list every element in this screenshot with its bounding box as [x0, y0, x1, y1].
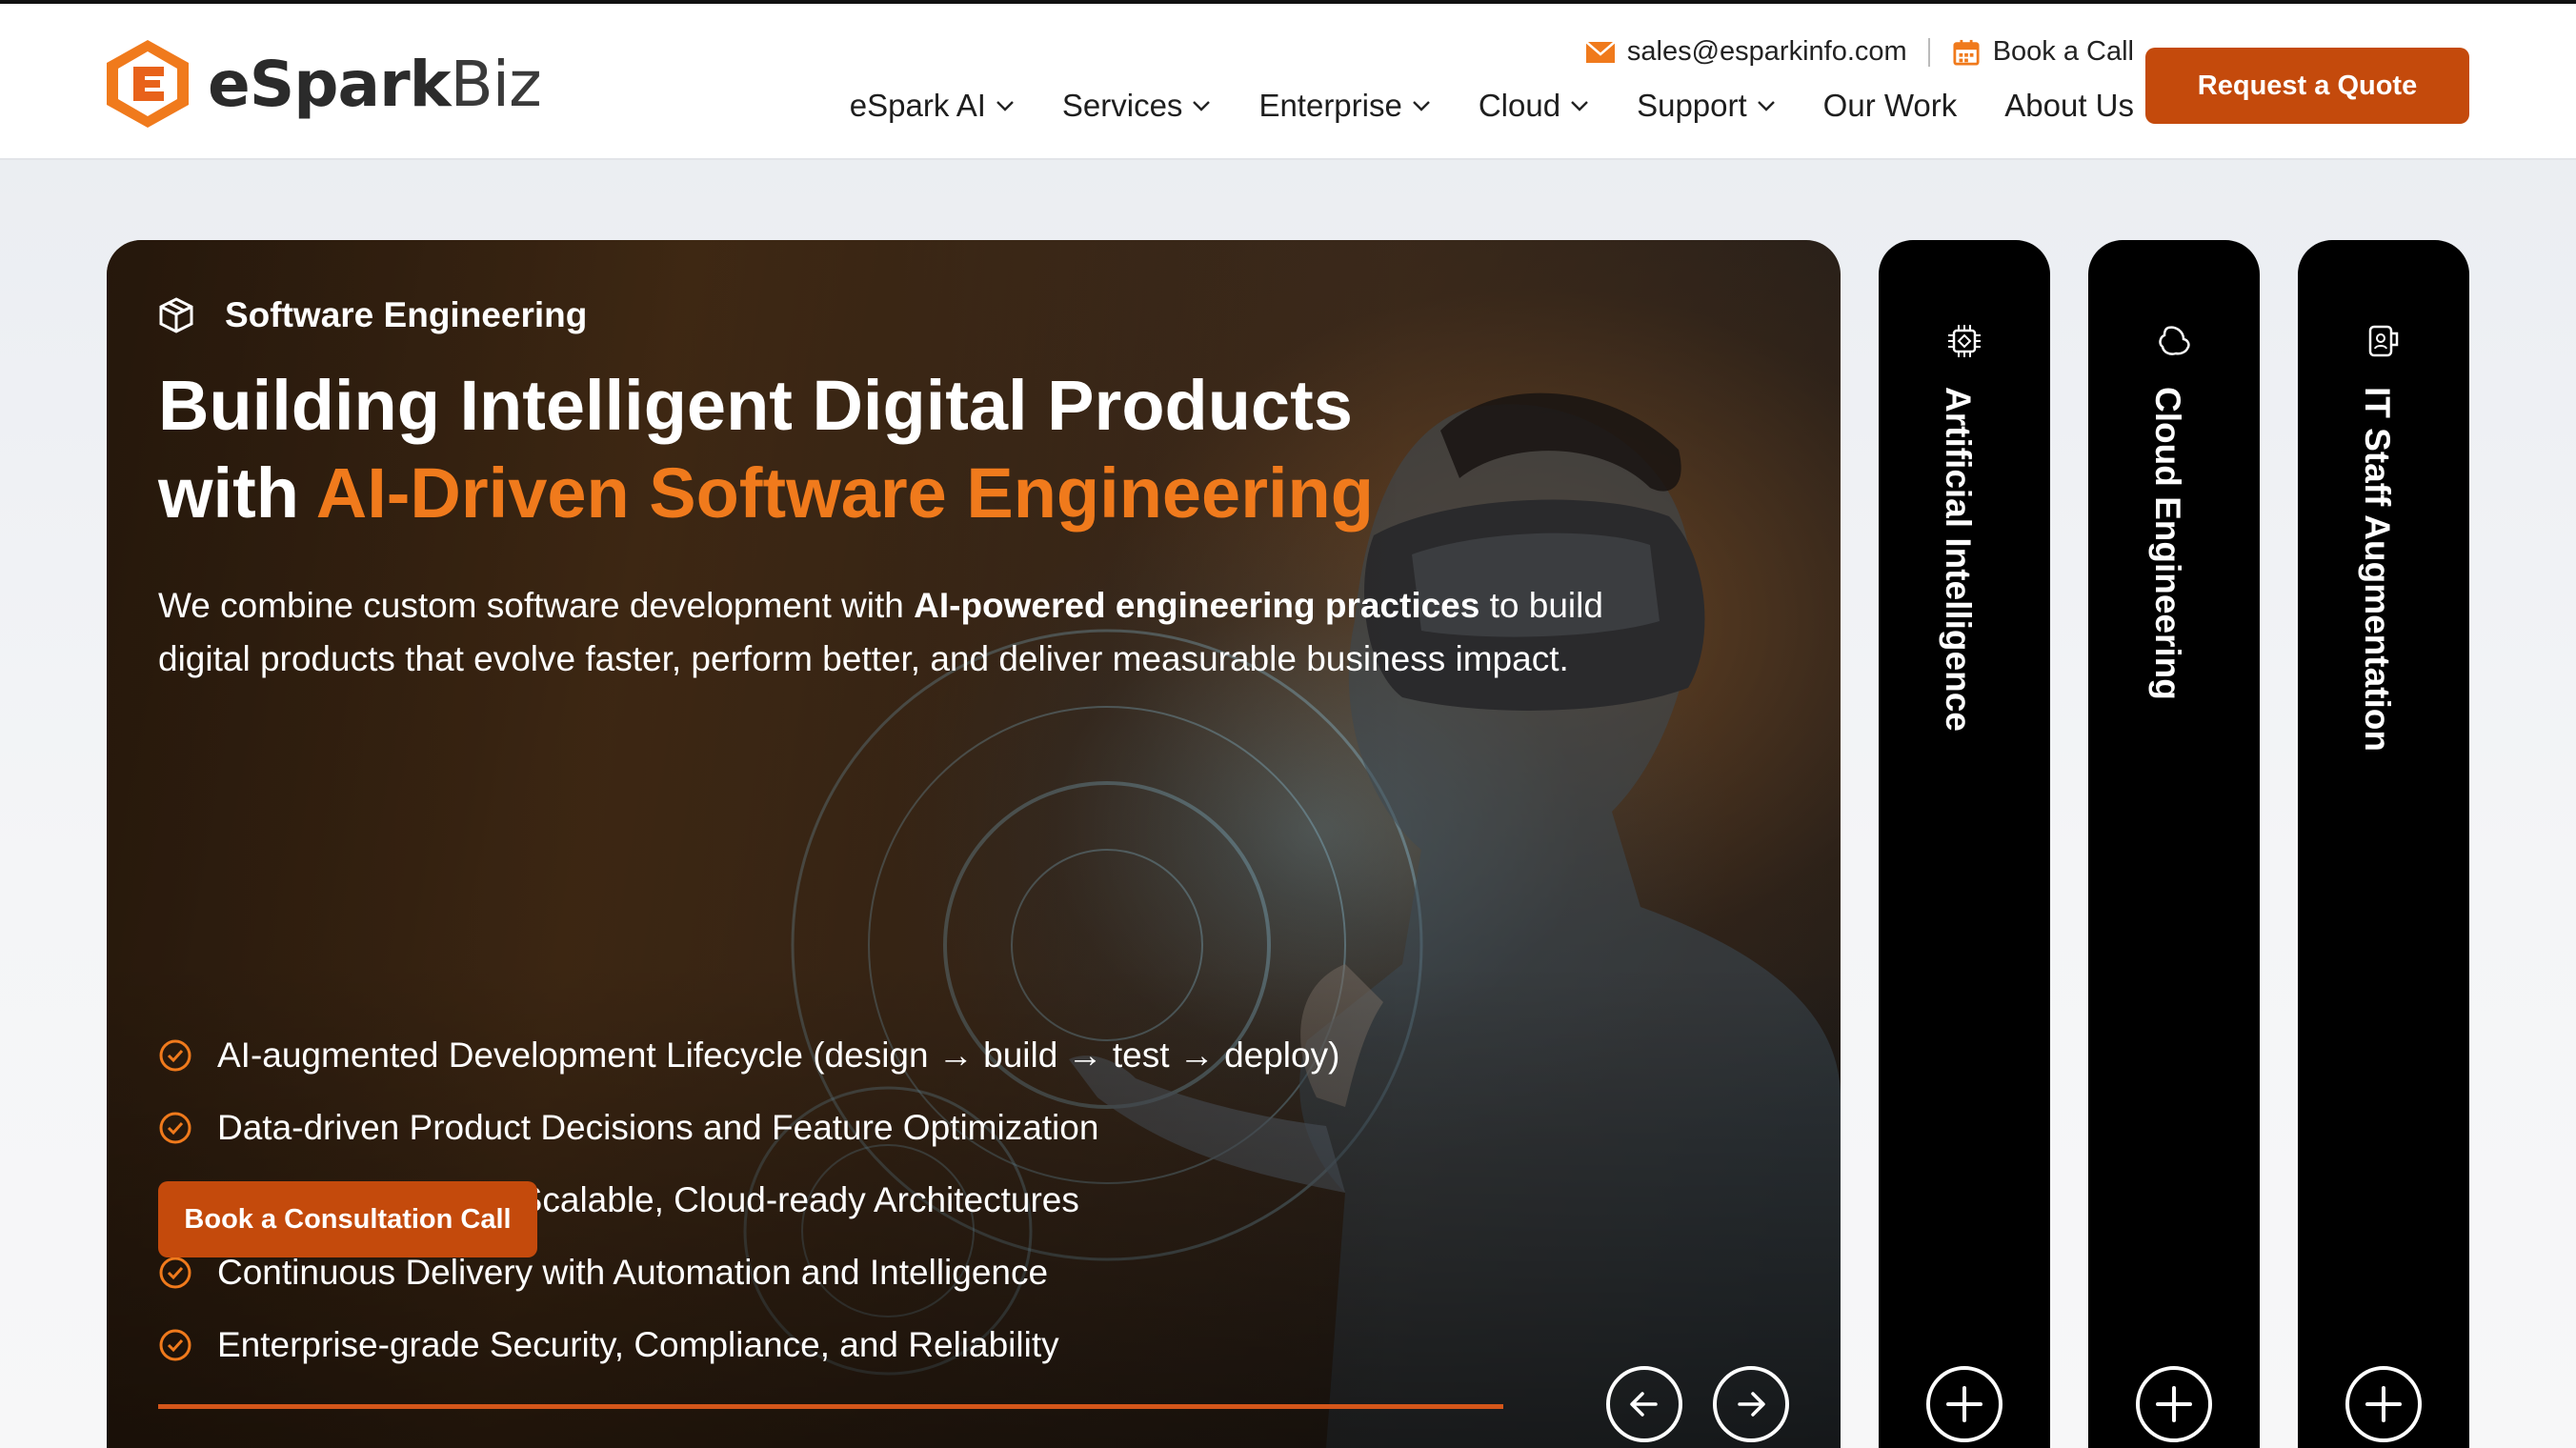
mail-icon — [1585, 40, 1616, 63]
site-header: eSparkBiz sales@esparkinfo.com Book a Ca… — [0, 4, 2576, 160]
person-device-icon — [2368, 325, 2399, 357]
nav-item-support[interactable]: Support — [1637, 88, 1776, 124]
nav-item-enterprise[interactable]: Enterprise — [1258, 88, 1430, 124]
email-text: sales@esparkinfo.com — [1626, 36, 1907, 67]
hero-slide: Software Engineering Building Intelligen… — [107, 240, 1841, 1448]
panel-cloud-engineering[interactable]: Cloud Engineering — [2088, 240, 2260, 1448]
main-nav: eSpark AI Services Enterprise Cloud Supp… — [802, 88, 2134, 124]
panel-label: Artificial Intelligence — [1939, 387, 1978, 732]
chevron-down-icon — [1412, 101, 1430, 111]
panel-artificial-intelligence[interactable]: Artificial Intelligence — [1879, 240, 2050, 1448]
feature-item: AI-augmented Development Lifecycle (desi… — [158, 1019, 1339, 1092]
nav-item-services[interactable]: Services — [1062, 88, 1212, 124]
cloud-icon — [2159, 326, 2190, 355]
logo-wordmark: eSparkBiz — [208, 47, 542, 121]
eyebrow-text: Software Engineering — [225, 295, 588, 334]
slide-progress-fill — [158, 1404, 1503, 1409]
logo-mark-icon — [107, 40, 189, 128]
panel-label: Cloud Engineering — [2148, 387, 2187, 700]
title-highlight: AI-Driven Software Engineering — [315, 453, 1374, 533]
email-link[interactable]: sales@esparkinfo.com — [1585, 36, 1907, 68]
desc-emphasis: AI-powered engineering practices — [914, 586, 1480, 625]
arrow-left-icon — [1630, 1392, 1658, 1417]
hero-title: Building Intelligent Digital Products wi… — [158, 362, 1682, 537]
next-slide-button[interactable] — [1713, 1366, 1789, 1442]
request-quote-button[interactable]: Request a Quote — [2145, 48, 2469, 124]
arrow-right-icon — [1738, 1392, 1765, 1417]
plus-icon — [1946, 1386, 1982, 1422]
book-call-text: Book a Call — [1992, 36, 2134, 67]
chevron-down-icon — [1757, 101, 1775, 111]
cube-icon — [159, 297, 193, 333]
panel-label: IT Staff Augmentation — [2358, 387, 2397, 752]
calendar-icon — [1953, 39, 1980, 66]
nav-item-our-work[interactable]: Our Work — [1823, 88, 1958, 124]
chip-icon — [1948, 325, 1981, 357]
feature-item: Enterprise-grade Security, Compliance, a… — [158, 1309, 1339, 1381]
book-call-link[interactable]: Book a Call — [1951, 36, 2134, 68]
nav-item-espark-ai[interactable]: eSpark AI — [850, 88, 1015, 124]
chevron-down-icon — [996, 101, 1014, 111]
nav-item-cloud[interactable]: Cloud — [1479, 88, 1589, 124]
check-circle-icon — [159, 1257, 191, 1289]
check-circle-icon — [159, 1039, 191, 1072]
prev-slide-button[interactable] — [1606, 1366, 1682, 1442]
divider — [1927, 37, 1930, 67]
hero-description: We combine custom software development w… — [158, 586, 1603, 678]
title-line-1: Building Intelligent Digital Products — [158, 366, 1353, 445]
nav-item-about-us[interactable]: About Us — [2004, 88, 2134, 124]
check-circle-icon — [159, 1112, 191, 1144]
book-consultation-button[interactable]: Book a Consultation Call — [158, 1181, 537, 1257]
contact-bar: sales@esparkinfo.com Book a Call — [1585, 36, 2134, 68]
chevron-down-icon — [1193, 101, 1211, 111]
feature-item: Data-driven Product Decisions and Featur… — [158, 1092, 1339, 1164]
brand-logo[interactable]: eSparkBiz — [105, 36, 542, 131]
plus-icon — [2365, 1386, 2402, 1422]
expand-panel-button[interactable] — [1926, 1366, 2002, 1442]
panel-it-staff-augmentation[interactable]: IT Staff Augmentation — [2298, 240, 2469, 1448]
expand-panel-button[interactable] — [2136, 1366, 2212, 1442]
hero-eyebrow: Software Engineering — [158, 295, 587, 335]
plus-icon — [2156, 1386, 2192, 1422]
chevron-down-icon — [1571, 101, 1588, 111]
check-circle-icon — [159, 1329, 191, 1361]
expand-panel-button[interactable] — [2345, 1366, 2422, 1442]
slide-progress-bar — [158, 1404, 1503, 1409]
title-line-2-prefix: with — [158, 453, 316, 533]
